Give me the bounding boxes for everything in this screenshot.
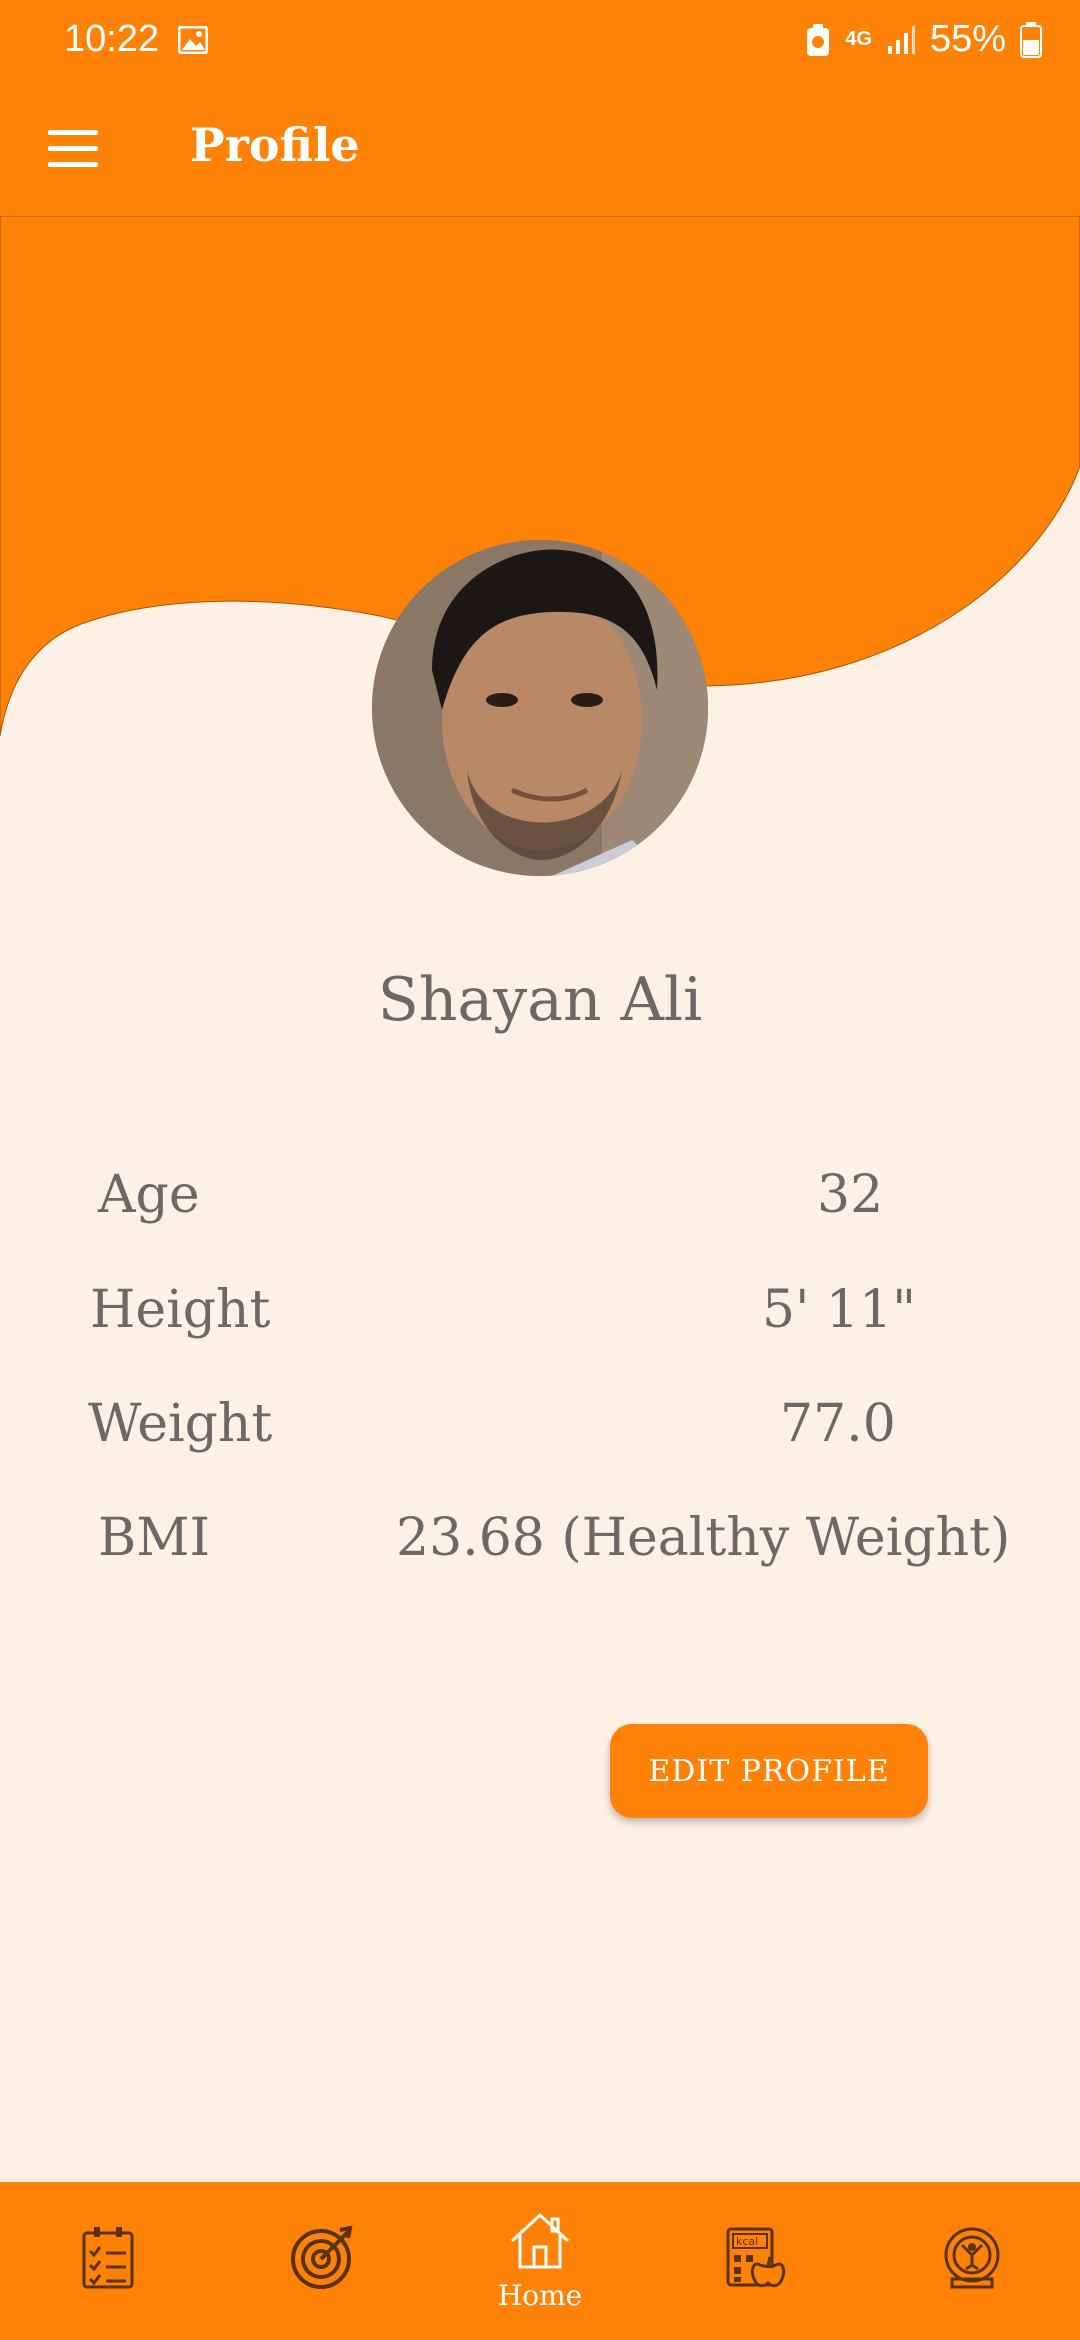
weight-value: 77.0: [780, 1394, 896, 1454]
network-type: 4G: [845, 28, 872, 50]
svg-text:kcal: kcal: [736, 2235, 758, 2248]
calorie-calculator-icon: kcal: [726, 2227, 786, 2288]
bmi-value: 23.68 (Healthy Weight): [396, 1508, 1011, 1568]
profile-name: Shayan Ali: [377, 965, 703, 1035]
height-value: 5' 11": [762, 1280, 916, 1340]
target-icon: [291, 2225, 353, 2289]
edit-profile-button[interactable]: EDIT PROFILE: [610, 1724, 928, 1818]
home-icon: [510, 2212, 570, 2268]
signal-icon: [887, 25, 915, 54]
nav-item-goals[interactable]: [243, 2182, 403, 2340]
bottom-nav: Home kcal: [0, 2182, 1080, 2340]
battery-percent: 55%: [929, 18, 1006, 60]
checklist-icon: [82, 2227, 134, 2289]
page-title: Profile: [190, 118, 360, 172]
nav-item-achievements[interactable]: [892, 2182, 1052, 2340]
nav-item-checklist[interactable]: [28, 2182, 188, 2340]
bmi-label: BMI: [98, 1508, 210, 1568]
weight-label: Weight: [88, 1394, 273, 1454]
avatar-photo: [372, 540, 708, 876]
nav-item-calories[interactable]: kcal: [676, 2182, 836, 2340]
nav-item-home[interactable]: Home: [460, 2182, 620, 2340]
status-bar: 10:22 4G 55%: [0, 0, 1080, 84]
age-label: Age: [98, 1165, 200, 1225]
menu-icon[interactable]: [48, 130, 98, 168]
battery-icon: [1020, 21, 1042, 58]
height-label: Height: [90, 1280, 271, 1340]
app-bar: Profile: [0, 84, 1080, 216]
fitness-badge-icon: [944, 2227, 1000, 2289]
status-time: 10:22: [64, 18, 160, 60]
nav-label-home: Home: [497, 2278, 583, 2312]
age-value: 32: [817, 1165, 884, 1225]
avatar: [372, 540, 708, 876]
battery-saver-icon: [807, 23, 830, 56]
status-indicators: 4G 55%: [805, 18, 1042, 61]
image-notification-icon: [178, 26, 208, 54]
